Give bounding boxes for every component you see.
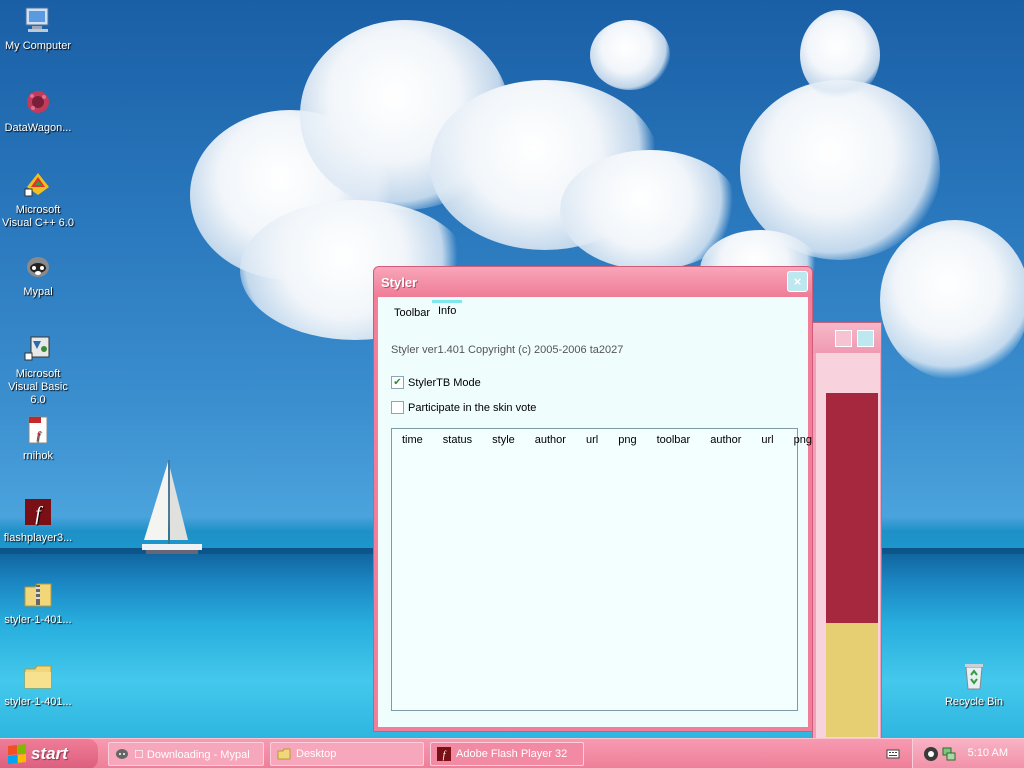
flash-player-icon: f [437,747,451,761]
flash-player-icon: f [22,496,54,528]
start-button[interactable]: start [0,739,98,768]
styler-window: Styler × Toolbar Info Styler ver1.401 Co… [373,266,813,732]
taskbar: start ☐ Downloading - Mypal Desktop f Ad… [0,738,1024,768]
tray-network-icon[interactable] [941,746,957,762]
checkbox-unchecked-icon[interactable] [391,401,404,414]
desktop-icon-label: styler-1-401... [4,614,72,626]
desktop-icon-label: styler-1-401... [4,696,72,708]
taskbar-item-desktop[interactable]: Desktop [270,742,424,766]
game-wall-graphic [826,393,878,623]
desktop-icon-label: rnihok [23,450,53,462]
checkbox-label: Participate in the skin vote [408,401,537,414]
clock[interactable]: 5:10 AM [968,747,1008,759]
maximize-icon[interactable] [835,330,852,347]
folder-icon [277,747,291,761]
column-header-status[interactable]: status [433,434,482,446]
computer-icon [22,4,54,36]
desktop-icon-visual-cpp[interactable]: Microsoft Visual C++ 6.0 [0,168,76,230]
checkbox-checked-icon[interactable]: ✔ [391,376,404,389]
column-header-toolbar-author[interactable]: author [700,434,751,446]
desktop-icon-label: My Computer [4,40,72,52]
stylertb-mode-checkbox[interactable]: ✔ StylerTB Mode [391,376,481,389]
cloud [590,20,670,90]
background-window[interactable] [812,322,882,740]
swf-file-icon: f [22,414,54,446]
column-header-url[interactable]: url [576,434,608,446]
tab-toolbar[interactable]: Toolbar [388,305,436,321]
desktop-icon-rnihok[interactable]: f rnihok [0,414,76,463]
taskbar-item-mypal[interactable]: ☐ Downloading - Mypal [108,742,264,766]
list-header: time status style author url png toolbar… [392,434,822,446]
column-header-png[interactable]: png [608,434,646,446]
desktop-icon-my-computer[interactable]: My Computer [0,4,76,53]
visual-basic-icon [22,332,54,364]
keyboard-icon[interactable] [886,747,900,761]
window-title: Styler [381,275,418,290]
column-header-toolbar-png[interactable]: png [784,434,822,446]
desktop-icon-recycle-bin[interactable]: Recycle Bin [936,660,1012,709]
zip-folder-icon [22,578,54,610]
desktop-icon-datawagon[interactable]: DataWagon... [0,86,76,135]
taskbar-item-flash-player[interactable]: f Adobe Flash Player 32 [430,742,584,766]
visual-cpp-icon [22,168,54,200]
desktop-icon-label: Microsoft Visual Basic 6.0 [8,368,68,406]
desktop-icon-label: DataWagon... [4,122,72,134]
column-header-toolbar[interactable]: toolbar [647,434,701,446]
game-floor-graphic [826,623,878,737]
mypal-icon [22,250,54,282]
column-header-style[interactable]: style [482,434,525,446]
recycle-bin-icon [958,660,990,692]
window-client-area: Toolbar Info Styler ver1.401 Copyright (… [378,297,812,727]
desktop-icon-flashplayer[interactable]: f flashplayer3... [0,496,76,545]
column-header-author[interactable]: author [525,434,576,446]
desktop-icon-styler-zip[interactable]: styler-1-401... [0,578,76,627]
tray-app-icon[interactable] [923,746,939,762]
sailboat-image [142,460,202,554]
column-header-toolbar-url[interactable]: url [751,434,783,446]
cloud [800,10,880,100]
desktop-icon-label: flashplayer3... [3,532,73,544]
tab-info[interactable]: Info [432,300,463,319]
skin-list[interactable]: time status style author url png toolbar… [391,428,812,711]
taskbar-item-label: ☐ Downloading - Mypal [134,748,250,761]
close-icon[interactable] [857,330,874,347]
taskbar-item-label: Desktop [296,748,337,760]
close-icon: × [793,274,802,289]
desktop-icon-label: Recycle Bin [944,696,1004,708]
window-titlebar[interactable]: Styler × [374,267,812,297]
taskbar-item-label: Adobe Flash Player 32 [456,748,568,760]
checkbox-label: StylerTB Mode [408,376,481,389]
version-text: Styler ver1.401 Copyright (c) 2005-2006 … [391,344,624,356]
desktop-icon-mypal[interactable]: Mypal [0,250,76,299]
start-label: start [31,744,68,763]
background-window-titlebar[interactable] [813,323,881,353]
column-header-time[interactable]: time [392,434,433,446]
desktop-icon-visual-basic[interactable]: Microsoft Visual Basic 6.0 [0,332,76,407]
datawagon-icon [22,86,54,118]
close-button[interactable]: × [787,271,808,292]
desktop-icon-label: Microsoft Visual C++ 6.0 [2,204,74,229]
system-tray: 5:10 AM [912,739,1024,768]
folder-icon [22,660,54,692]
background-window-content [816,353,880,739]
windows-logo-icon [8,744,26,764]
desktop-icon-styler-folder[interactable]: styler-1-401... [0,660,76,709]
desktop-icon-label: Mypal [23,286,53,298]
skin-vote-checkbox[interactable]: Participate in the skin vote [391,401,536,414]
mypal-icon [115,747,129,761]
cloud [880,220,1024,380]
